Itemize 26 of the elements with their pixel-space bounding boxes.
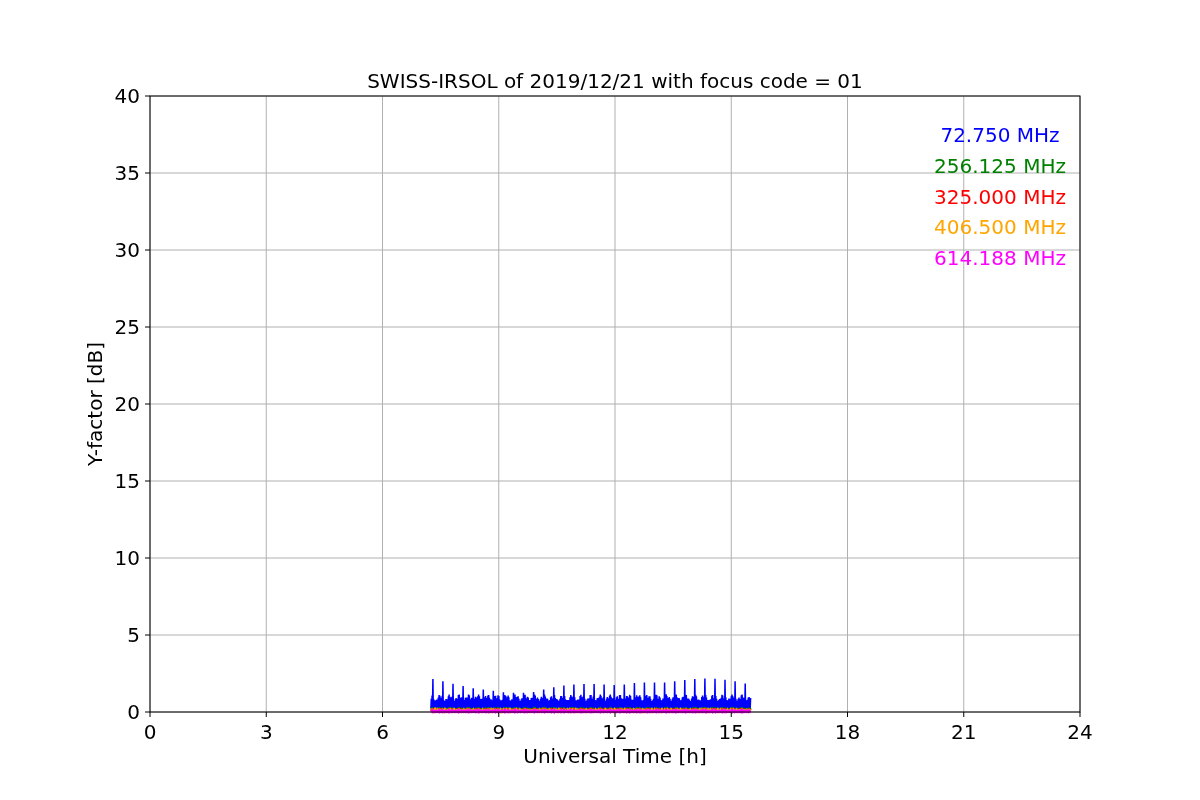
y-tick-label: 30: [114, 238, 140, 262]
y-tick-label: 35: [114, 161, 140, 185]
x-axis-label: Universal Time [h]: [523, 744, 707, 768]
x-tick-label: 12: [602, 720, 628, 744]
y-tick-label: 10: [114, 546, 140, 570]
x-tick-label: 9: [492, 720, 506, 744]
legend-label: 256.125 MHz: [934, 153, 1066, 178]
x-tick-label: 0: [143, 720, 157, 744]
y-axis-label: Y-factor [dB]: [83, 342, 107, 466]
x-tick-label: 3: [259, 720, 273, 744]
y-tick-label: 25: [114, 315, 140, 339]
x-tick-label: 21: [951, 720, 977, 744]
x-tick-label: 15: [718, 720, 744, 744]
x-tick-label: 18: [834, 720, 861, 744]
chart-title: SWISS-IRSOL of 2019/12/21 with focus code = 01: [367, 69, 863, 93]
legend-label: 72.750 MHz: [940, 123, 1060, 147]
y-tick-label: 15: [114, 469, 140, 493]
y-tick-label: 20: [114, 392, 140, 416]
y-tick-label: 5: [127, 623, 140, 647]
legend-label: 614.188 MHz: [934, 246, 1066, 271]
x-tick-label: 24: [1067, 720, 1093, 744]
legend-label: 325.000 MHz: [934, 184, 1066, 209]
y-tick-label: 40: [114, 84, 140, 108]
x-tick-label: 6: [376, 720, 389, 744]
y-tick-label: 0: [127, 700, 140, 724]
legend-label: 406.500 MHz: [934, 215, 1066, 240]
